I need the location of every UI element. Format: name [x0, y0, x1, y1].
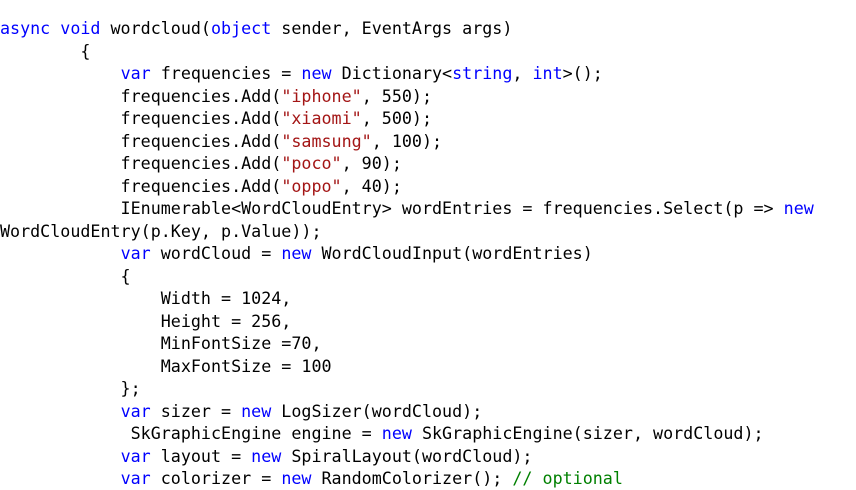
- code-line: var frequencies = new Dictionary<string,…: [0, 62, 856, 85]
- code-text: SpiralLayout(wordCloud);: [281, 445, 533, 466]
- code-text: Height = 256,: [0, 310, 292, 331]
- code-editor[interactable]: async void wordcloud(object sender, Even…: [0, 17, 856, 490]
- code-line: frequencies.Add("iphone", 550);: [0, 85, 856, 108]
- code-text: SkGraphicEngine(sizer, wordCloud);: [411, 423, 764, 443]
- code-text: frequencies.Add(: [0, 175, 282, 196]
- code-keyword: var: [120, 445, 151, 466]
- code-text: frequencies.Add(: [0, 85, 282, 106]
- code-line: var colorizer = new RandomColorizer(); /…: [0, 467, 856, 490]
- code-keyword: var: [120, 400, 151, 421]
- code-text: SkGraphicEngine engine =: [0, 423, 382, 443]
- code-string: "iphone": [281, 85, 362, 106]
- code-comment: // optional: [512, 468, 623, 488]
- code-text: WordCloudInput(wordEntries): [311, 243, 593, 263]
- code-keyword: new: [251, 445, 282, 466]
- code-line: var wordCloud = new WordCloudInput(wordE…: [0, 242, 856, 265]
- code-string: "xiaomi": [281, 108, 362, 128]
- code-text: colorizer =: [150, 468, 282, 488]
- code-text: {: [0, 265, 131, 286]
- code-text: frequencies.Add(: [0, 108, 282, 128]
- code-keyword: new: [281, 243, 312, 263]
- code-text: >();: [562, 63, 603, 83]
- code-keyword: object: [210, 18, 272, 38]
- code-text: MaxFontSize = 100: [0, 355, 332, 376]
- code-keyword: int: [532, 63, 563, 83]
- code-line: MaxFontSize = 100: [0, 355, 856, 378]
- code-text: sender, EventArgs args): [271, 18, 513, 38]
- code-keyword: new: [241, 400, 272, 421]
- code-text: Width = 1024,: [0, 288, 292, 308]
- code-keyword: var: [120, 63, 151, 83]
- code-keyword: new: [301, 63, 332, 83]
- code-text: RandomColorizer();: [311, 468, 513, 488]
- code-line: var sizer = new LogSizer(wordCloud);: [0, 400, 856, 423]
- code-line: {: [0, 265, 856, 288]
- code-text: WordCloudEntry(p.Key, p.Value));: [0, 220, 322, 241]
- code-line: frequencies.Add("samsung", 100);: [0, 130, 856, 153]
- code-keyword: new: [381, 423, 412, 443]
- code-text: };: [0, 378, 141, 398]
- code-line: };: [0, 377, 856, 400]
- code-line: SkGraphicEngine engine = new SkGraphicEn…: [0, 422, 856, 445]
- code-text: , 90);: [341, 153, 402, 173]
- code-text: , 40);: [341, 175, 402, 196]
- code-text: MinFontSize =70,: [0, 333, 322, 353]
- code-keyword: new: [783, 198, 814, 218]
- code-line: IEnumerable<WordCloudEntry> wordEntries …: [0, 197, 856, 220]
- code-text: frequencies =: [150, 63, 302, 83]
- code-line: WordCloudEntry(p.Key, p.Value));: [0, 220, 856, 243]
- code-text: {: [0, 40, 91, 61]
- code-text: LogSizer(wordCloud);: [271, 400, 483, 421]
- code-string: "samsung": [281, 130, 372, 151]
- code-text: sizer =: [150, 400, 242, 421]
- code-keyword: async: [0, 18, 51, 38]
- code-text: layout =: [150, 445, 252, 466]
- code-line: var layout = new SpiralLayout(wordCloud)…: [0, 445, 856, 468]
- code-line: frequencies.Add("xiaomi", 500);: [0, 107, 856, 130]
- code-keyword: var: [120, 243, 151, 263]
- code-line: async void wordcloud(object sender, Even…: [0, 17, 856, 40]
- code-string: "oppo": [281, 175, 342, 196]
- code-line: {: [0, 40, 856, 63]
- code-text: wordCloud =: [150, 243, 282, 263]
- code-text: IEnumerable<WordCloudEntry> wordEntries …: [0, 198, 784, 218]
- code-keyword: string: [452, 63, 513, 83]
- code-line: Height = 256,: [0, 310, 856, 333]
- code-keyword: var: [120, 468, 151, 488]
- code-text: wordcloud(: [100, 18, 211, 38]
- code-text: ,: [512, 63, 533, 83]
- code-keyword: void: [60, 18, 101, 38]
- code-text: frequencies.Add(: [0, 153, 282, 173]
- code-line: MinFontSize =70,: [0, 332, 856, 355]
- code-keyword: new: [281, 468, 312, 488]
- code-text: Dictionary<: [331, 63, 453, 83]
- code-string: "poco": [281, 153, 342, 173]
- code-text: , 500);: [361, 108, 433, 128]
- code-line: frequencies.Add("oppo", 40);: [0, 175, 856, 198]
- code-line: Width = 1024,: [0, 287, 856, 310]
- code-text: frequencies.Add(: [0, 130, 282, 151]
- code-line: frequencies.Add("poco", 90);: [0, 152, 856, 175]
- code-text: , 550);: [361, 85, 433, 106]
- code-text: , 100);: [371, 130, 443, 151]
